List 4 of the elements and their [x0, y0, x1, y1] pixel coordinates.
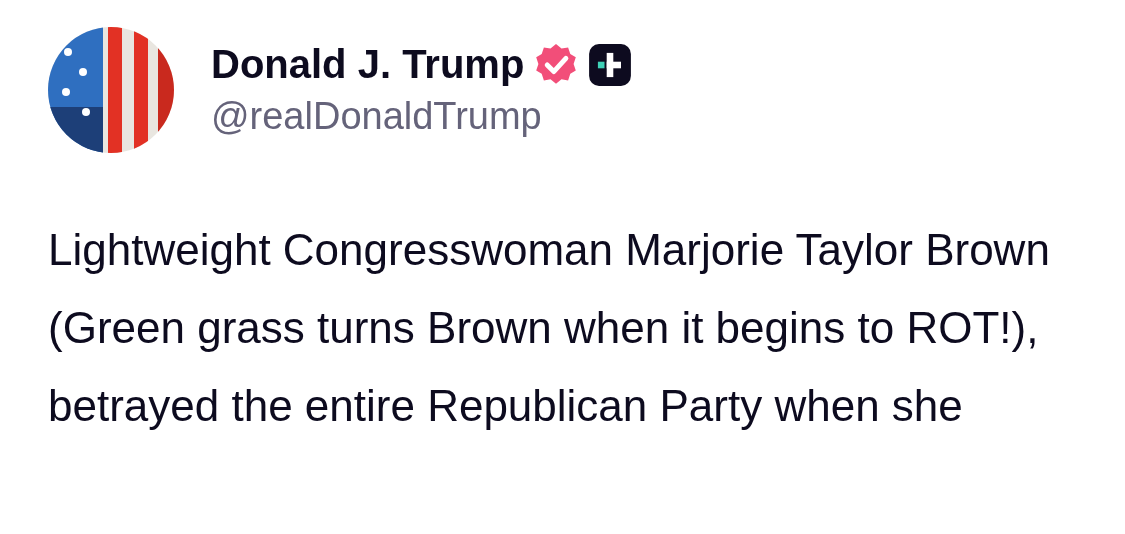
author-handle: @realDonaldTrump	[211, 95, 543, 138]
author-name: Donald J. Trump	[211, 42, 525, 87]
plus-icon	[588, 42, 633, 87]
post-text: Lightweight Congresswoman Marjorie Taylor Brown (Green grass turns Brown when it begins to ROT!), betrayed the entire Republican Party when she	[48, 224, 1051, 432]
